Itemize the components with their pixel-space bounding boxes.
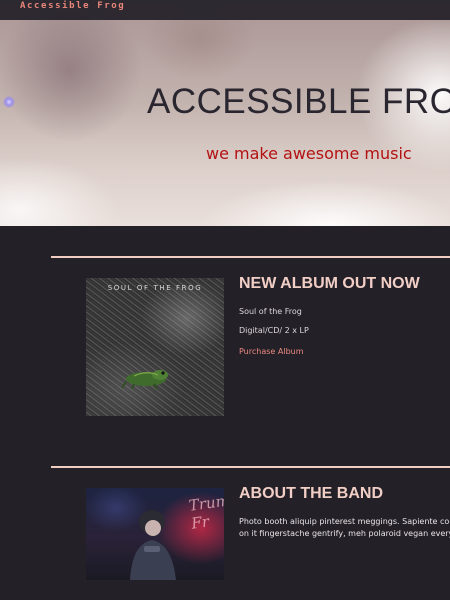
album-name: Soul of the Frog <box>239 307 302 316</box>
brand-link[interactable]: Accessible Frog <box>20 0 125 12</box>
band-description-line: Photo booth aliquip pinterest meggings. … <box>239 517 450 526</box>
neon-sign-text: Trum Fr <box>187 491 224 533</box>
top-navigation-bar: Accessible Frog <box>0 0 450 20</box>
band-description: Photo booth aliquip pinterest meggings. … <box>239 516 450 540</box>
band-photo-image: Trum Fr <box>86 488 224 580</box>
album-cover-image: SOUL OF THE FROG <box>86 278 224 416</box>
hero-title: ACCESSIBLE FROG <box>147 82 450 121</box>
band-heading: ABOUT THE BAND <box>239 485 383 502</box>
album-heading: NEW ALBUM OUT NOW <box>239 275 420 292</box>
section-divider <box>51 466 450 468</box>
band-member-figure <box>130 510 176 580</box>
album-cover-title: SOUL OF THE FROG <box>107 284 203 292</box>
section-divider <box>51 256 450 258</box>
album-formats: Digital/CD/ 2 x LP <box>239 326 309 335</box>
stage-light <box>3 96 15 108</box>
frog-icon <box>121 370 168 390</box>
hero-banner: ACCESSIBLE FROG we make awesome music <box>0 0 450 226</box>
band-description-line: on it fingerstache gentrify, meh polaroi… <box>239 529 450 538</box>
purchase-album-link[interactable]: Purchase Album <box>239 347 304 356</box>
hero-subtitle: we make awesome music <box>206 144 412 163</box>
